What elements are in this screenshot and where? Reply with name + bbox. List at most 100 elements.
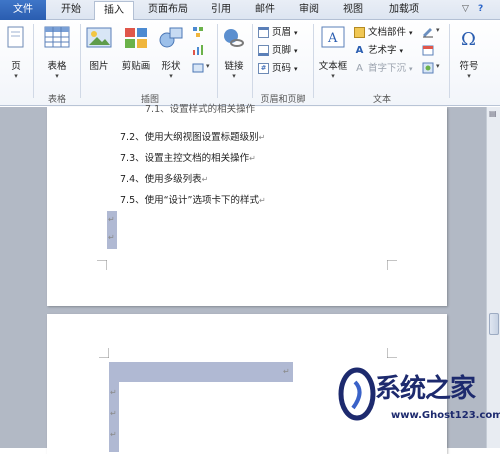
tab-page-layout[interactable]: 页面布局 bbox=[140, 0, 196, 20]
page-icon bbox=[7, 26, 24, 48]
watermark-logo-icon bbox=[338, 367, 376, 421]
date-time-icon[interactable] bbox=[422, 44, 434, 56]
clipart-label: 剪贴画 bbox=[121, 61, 151, 72]
ribbon-tab-bar: 文件 开始 插入 页面布局 引用 邮件 审阅 视图 加载项 ▽ ? bbox=[0, 0, 500, 21]
picture-button[interactable]: 图片 bbox=[84, 26, 114, 72]
paragraph-mark: ↵ bbox=[108, 233, 115, 242]
chevron-down-icon: ▾ bbox=[409, 65, 413, 73]
chevron-down-icon: ▾ bbox=[409, 29, 413, 37]
page-1[interactable]: 7.1、设置样式的相关操作 7.2、使用大纲视图设置标题级别↵ 7.3、设置主控… bbox=[47, 104, 447, 306]
tab-home[interactable]: 开始 bbox=[52, 0, 90, 20]
page-number-button[interactable]: # 页码 ▾ bbox=[258, 62, 298, 76]
chevron-down-icon[interactable]: ▾ bbox=[206, 62, 210, 70]
tab-file[interactable]: 文件 bbox=[0, 0, 46, 20]
ribbon: 页 ▾ 表格 ▾ 表格 图片 剪贴画 形状 ▾ ▾ 插图 链接 ▾ 页眉 ▾ 页… bbox=[0, 20, 500, 106]
header-button[interactable]: 页眉 ▾ bbox=[258, 26, 298, 40]
paragraph-mark: ↵ bbox=[110, 430, 117, 439]
chevron-down-icon[interactable]: ▾ bbox=[436, 26, 440, 34]
signature-line-icon[interactable] bbox=[422, 26, 434, 38]
links-button[interactable]: 链接 ▾ bbox=[220, 26, 248, 80]
screenshot-icon[interactable] bbox=[192, 62, 204, 74]
pages-button[interactable]: 页 ▾ bbox=[4, 26, 28, 80]
group-separator bbox=[217, 24, 218, 98]
table-label: 表格 bbox=[47, 61, 67, 72]
group-label-header-footer: 页眉和页脚 bbox=[260, 95, 306, 105]
object-icon[interactable] bbox=[422, 62, 434, 74]
crop-mark bbox=[99, 348, 109, 358]
svg-text:Ω: Ω bbox=[461, 29, 476, 50]
header-label: 页眉 bbox=[272, 27, 292, 38]
toc-line-text: 7.4、使用多级列表 bbox=[120, 174, 202, 185]
shapes-label: 形状 bbox=[161, 61, 181, 72]
group-label-text: 文本 bbox=[372, 95, 391, 105]
tab-view[interactable]: 视图 bbox=[334, 0, 372, 20]
textbox-icon: A bbox=[321, 26, 345, 48]
chevron-down-icon[interactable]: ▾ bbox=[436, 62, 440, 70]
link-icon bbox=[224, 29, 244, 47]
textbox-button[interactable]: A 文本框 ▾ bbox=[316, 26, 350, 80]
shapes-icon bbox=[159, 27, 183, 48]
paragraph-mark: ↵ bbox=[258, 133, 266, 142]
chevron-down-icon: ▾ bbox=[55, 72, 59, 80]
smartart-icon[interactable] bbox=[192, 26, 204, 38]
ruler-toggle-icon[interactable]: ▤ bbox=[489, 109, 497, 118]
footer-label: 页脚 bbox=[272, 45, 292, 56]
paragraph-mark: ↵ bbox=[110, 388, 117, 397]
tab-insert[interactable]: 插入 bbox=[94, 1, 134, 21]
wordart-button[interactable]: A 艺术字 ▾ bbox=[354, 44, 403, 58]
toc-line: 7.2、使用大纲视图设置标题级别↵ bbox=[120, 129, 265, 143]
crop-mark bbox=[387, 348, 397, 358]
footer-button[interactable]: 页脚 ▾ bbox=[258, 44, 298, 58]
quick-parts-button[interactable]: 文档部件 ▾ bbox=[354, 26, 413, 40]
group-separator bbox=[33, 24, 34, 98]
help-icon[interactable]: ? bbox=[478, 4, 483, 14]
chevron-down-icon: ▾ bbox=[294, 65, 298, 73]
svg-text:A: A bbox=[327, 31, 338, 46]
watermark-url: www.Ghost123.com bbox=[391, 410, 500, 421]
symbol-button[interactable]: Ω 符号 ▾ bbox=[454, 26, 484, 80]
quick-parts-label: 文档部件 bbox=[368, 27, 407, 38]
scrollbar-thumb[interactable] bbox=[489, 313, 499, 335]
links-label: 链接 bbox=[224, 61, 244, 72]
toc-line-partial: 7.1、设置样式的相关操作 bbox=[145, 104, 256, 115]
chevron-down-icon: ▾ bbox=[294, 29, 298, 37]
paragraph-mark: ↵ bbox=[110, 409, 117, 418]
chevron-down-icon: ▾ bbox=[399, 47, 404, 55]
clipart-button[interactable]: 剪贴画 bbox=[118, 26, 154, 72]
toc-line-text: 7.2、使用大纲视图设置标题级别 bbox=[120, 132, 259, 143]
page-number-icon: # bbox=[258, 63, 269, 74]
wordart-icon: A bbox=[355, 45, 364, 56]
table-icon bbox=[44, 26, 70, 48]
paragraph-mark: ↵ bbox=[258, 196, 266, 205]
site-watermark: 系统之家 www.Ghost123.com bbox=[335, 360, 500, 448]
header-icon bbox=[258, 27, 269, 38]
drop-cap-label: 首字下沉 bbox=[368, 63, 407, 74]
drop-cap-icon: A bbox=[356, 63, 363, 74]
page-number-label: 页码 bbox=[272, 63, 292, 74]
tab-review[interactable]: 审阅 bbox=[290, 0, 328, 20]
chevron-down-icon: ▾ bbox=[169, 72, 173, 80]
crop-mark bbox=[97, 260, 107, 270]
chevron-down-icon: ▾ bbox=[294, 47, 298, 55]
tab-references[interactable]: 引用 bbox=[202, 0, 240, 20]
quick-parts-icon bbox=[354, 27, 365, 38]
toc-line-text: 7.5、使用“设计”选项卡下的样式 bbox=[120, 195, 259, 206]
table-button[interactable]: 表格 ▾ bbox=[40, 26, 74, 80]
paragraph-mark: ↵ bbox=[201, 175, 209, 184]
shapes-button[interactable]: 形状 ▾ bbox=[156, 26, 186, 80]
chart-icon[interactable] bbox=[192, 44, 204, 56]
drop-cap-button[interactable]: A 首字下沉 ▾ bbox=[354, 62, 413, 76]
group-separator bbox=[252, 24, 253, 98]
group-separator bbox=[80, 24, 81, 98]
toc-line: 7.3、设置主控文档的相关操作↵ bbox=[120, 150, 256, 164]
omega-icon: Ω bbox=[461, 29, 476, 50]
chevron-down-icon: ▾ bbox=[331, 72, 335, 80]
tab-mailings[interactable]: 邮件 bbox=[246, 0, 284, 20]
watermark-title: 系统之家 bbox=[375, 374, 476, 404]
wordart-label: 艺术字 bbox=[368, 45, 397, 56]
group-separator bbox=[449, 24, 450, 98]
minimize-ribbon-icon[interactable]: ▽ bbox=[462, 4, 469, 14]
paragraph-mark: ↵ bbox=[249, 154, 256, 163]
crop-mark bbox=[387, 260, 397, 270]
tab-addins[interactable]: 加载项 bbox=[378, 0, 430, 20]
